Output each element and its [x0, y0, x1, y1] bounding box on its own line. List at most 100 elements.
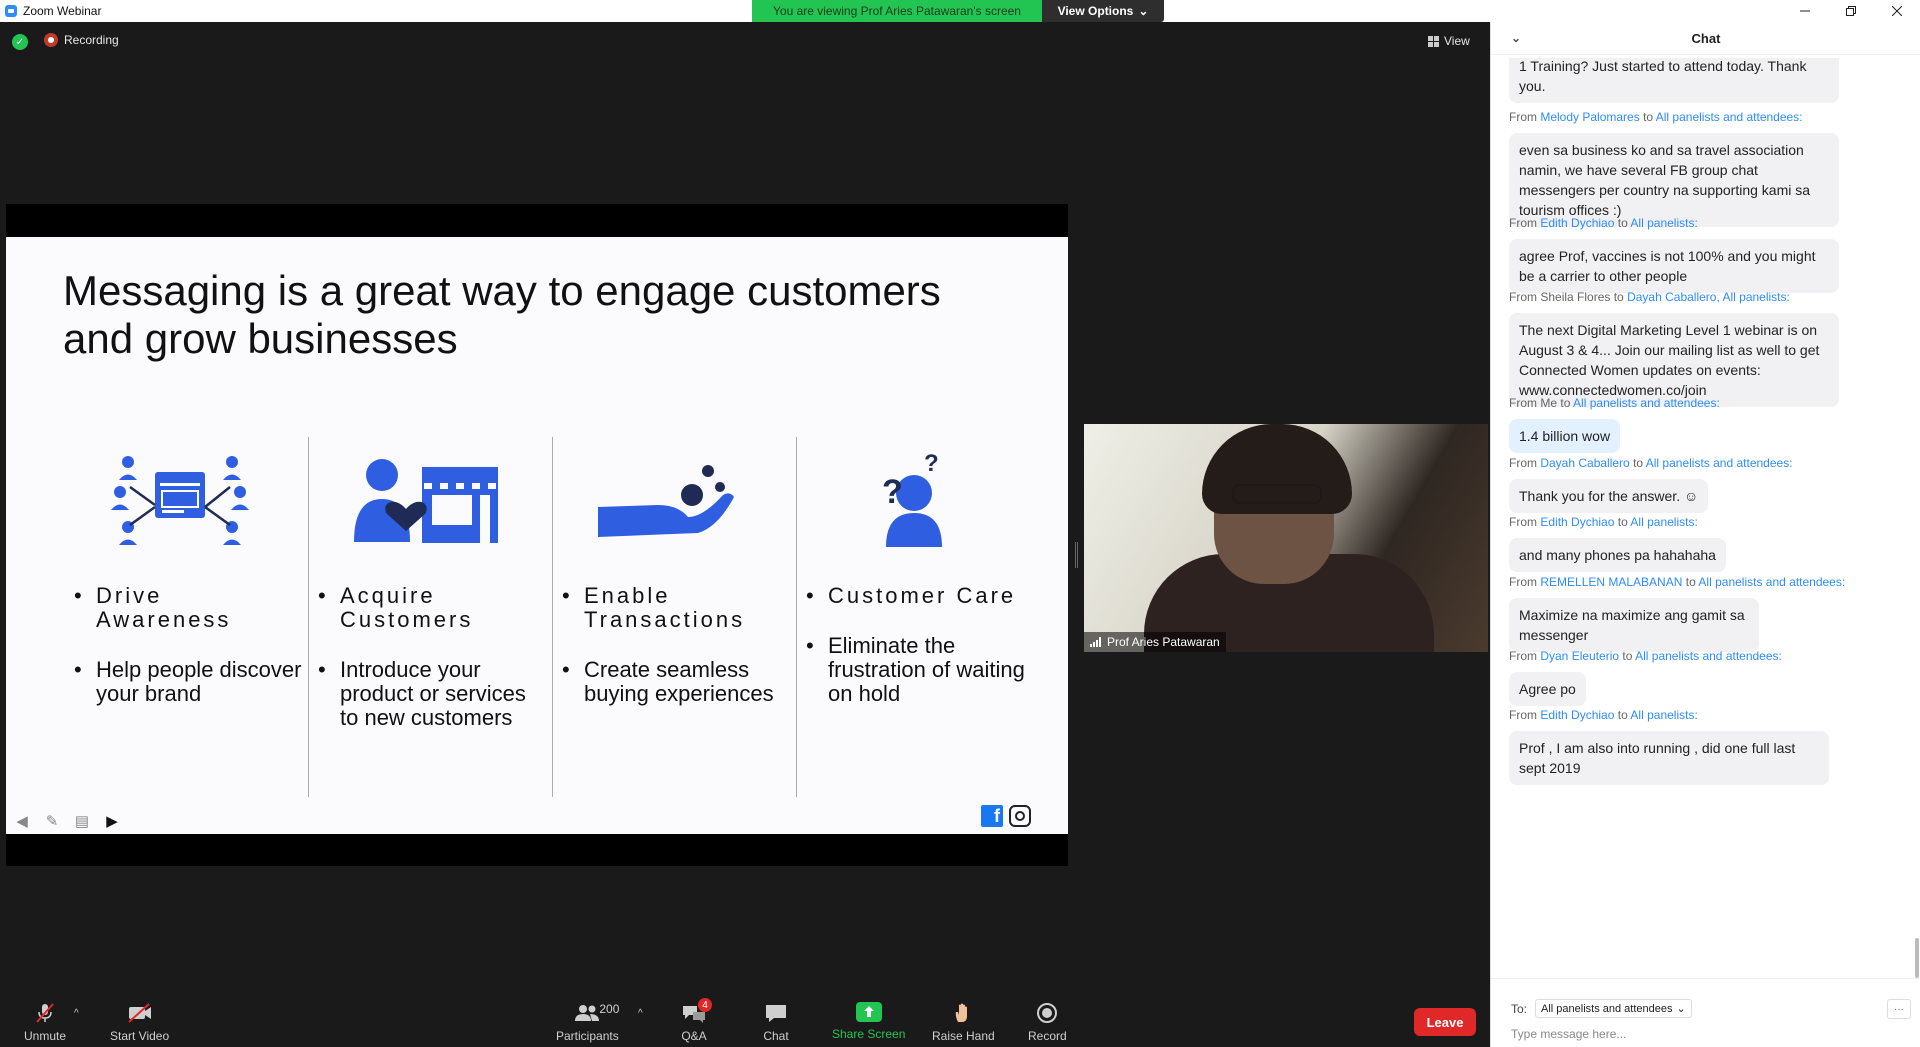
participants-caret-icon[interactable]: ^: [638, 1008, 643, 1019]
unmute-button[interactable]: Unmute: [24, 1002, 66, 1043]
previous-slide-arrow-icon[interactable]: ◀: [12, 813, 32, 830]
minimize-button[interactable]: [1782, 0, 1828, 22]
chat-message: From Sheila Flores to Dayah Caballero, A…: [1509, 290, 1839, 407]
participants-button[interactable]: 200 Participants: [556, 1002, 619, 1043]
qa-label: Q&A: [681, 1029, 707, 1043]
chat-message-list[interactable]: 1 Training? Just started to attend today…: [1491, 58, 1911, 978]
chat-button[interactable]: Chat: [762, 1002, 790, 1043]
message-header: From REMELLEN MALABANAN to All panelists…: [1509, 575, 1846, 589]
restore-button[interactable]: [1828, 0, 1874, 22]
chat-message: From Me to All panelists and attendees: …: [1509, 396, 1720, 453]
chat-message: 1 Training? Just started to attend today…: [1509, 58, 1839, 103]
slide-title-line-1: Messaging is a great way to engage custo…: [63, 267, 941, 314]
pillar-description: Eliminate the frustration of waiting on …: [802, 634, 1037, 706]
message-connector: to: [1560, 396, 1571, 410]
microphone-muted-icon: [31, 1002, 59, 1024]
message-connector: to: [1633, 456, 1644, 470]
message-bubble: The next Digital Marketing Level 1 webin…: [1509, 313, 1839, 407]
svg-text:?: ?: [882, 473, 903, 511]
record-icon: [1033, 1002, 1061, 1024]
participants-count: 200: [599, 1002, 620, 1016]
raise-hand-icon: [949, 1002, 977, 1024]
qa-button[interactable]: 4 Q&A: [680, 998, 712, 1043]
subtitles-icon[interactable]: ▤: [72, 813, 92, 830]
chevron-down-icon[interactable]: ⌄: [1511, 31, 1521, 45]
message-bubble: Maximize na maximize ang gamit sa messen…: [1509, 598, 1759, 652]
column-divider: [308, 437, 309, 797]
message-header: From Edith Dychiao to All panelists:: [1509, 515, 1698, 529]
pillar-description: Create seamless buying experiences: [558, 658, 793, 706]
message-sender[interactable]: REMELLEN MALABANAN: [1540, 575, 1682, 589]
speaker-name-tag: Prof Aries Patawaran: [1084, 632, 1226, 652]
chat-message: From Melody Palomares to All panelists a…: [1509, 110, 1839, 227]
window-title: Zoom Webinar: [23, 4, 102, 18]
message-sender[interactable]: Edith Dychiao: [1540, 216, 1614, 230]
next-slide-arrow-icon[interactable]: ▶: [102, 813, 122, 830]
chat-message: From Dyan Eleuterio to All panelists and…: [1509, 649, 1782, 706]
message-sender[interactable]: Dayah Caballero: [1540, 456, 1629, 470]
message-connector: to: [1617, 216, 1628, 230]
start-video-button[interactable]: Start Video: [110, 1002, 169, 1043]
pillar-customer-care: ? ? Customer Care Eliminate the frustrat…: [802, 447, 1037, 706]
panel-resize-handle[interactable]: [1075, 542, 1078, 568]
start-video-label: Start Video: [110, 1029, 170, 1043]
audio-options-caret-icon[interactable]: ^: [74, 1008, 79, 1019]
message-connector: to: [1622, 649, 1633, 663]
message-target: All panelists and attendees:: [1655, 110, 1803, 124]
recording-label: Recording: [64, 33, 119, 47]
message-header: From Edith Dychiao to All panelists:: [1509, 216, 1698, 230]
slide-annotation-tools: ◀ ✎ ▤ ▶: [12, 813, 122, 830]
view-layout-button[interactable]: View: [1428, 34, 1470, 48]
zoom-logo-icon: [5, 5, 17, 17]
presentation-slide: Messaging is a great way to engage custo…: [6, 237, 1068, 834]
message-target: All panelists and attendees:: [1645, 456, 1793, 470]
column-divider: [796, 437, 797, 797]
share-screen-button[interactable]: Share Screen: [832, 1002, 905, 1041]
chat-scrollbar-thumb[interactable]: [1915, 938, 1919, 978]
speaker-name: Prof Aries Patawaran: [1107, 635, 1220, 649]
chat-message: From Edith Dychiao to All panelists: and…: [1509, 515, 1726, 572]
message-target: All panelists and attendees:: [1635, 649, 1782, 663]
message-header: From Edith Dychiao to All panelists:: [1509, 708, 1698, 722]
pillar-heading: Drive Awareness: [70, 584, 305, 632]
chat-header: ⌄ Chat: [1491, 22, 1920, 55]
message-sender[interactable]: Dyan Eleuterio: [1540, 649, 1619, 663]
customer-storefront-icon: [354, 459, 498, 543]
security-shield-icon[interactable]: ✓: [12, 34, 28, 50]
raise-hand-button[interactable]: Raise Hand: [932, 1002, 995, 1043]
raise-hand-label: Raise Hand: [932, 1029, 995, 1043]
message-bubble: even sa business ko and sa travel associ…: [1509, 133, 1839, 227]
record-button[interactable]: Record: [1028, 1002, 1067, 1043]
message-target: All panelists and attendees:: [1698, 575, 1846, 589]
message-sender[interactable]: Melody Palomares: [1540, 110, 1639, 124]
message-sender: Me: [1540, 396, 1558, 410]
message-sender[interactable]: Edith Dychiao: [1540, 515, 1614, 529]
minimize-icon: [1800, 10, 1810, 12]
pillar-description: Help people discover your brand: [70, 658, 305, 706]
message-bubble: agree Prof, vaccines is not 100% and you…: [1509, 239, 1839, 293]
recipient-select[interactable]: All panelists and attendees ⌄: [1535, 999, 1692, 1018]
view-options-button[interactable]: View Options ⌄: [1042, 0, 1164, 22]
unmute-label: Unmute: [24, 1029, 67, 1043]
chat-message-input[interactable]: [1511, 1025, 1901, 1043]
recording-indicator[interactable]: Recording: [44, 33, 119, 47]
message-bubble: Prof , I am also into running , did one …: [1509, 731, 1829, 785]
pillar-drive-awareness: Drive Awareness Help people discover you…: [70, 447, 305, 706]
leave-button[interactable]: Leave: [1414, 1008, 1476, 1036]
close-button[interactable]: [1874, 0, 1920, 22]
share-screen-arrow-icon: [855, 1002, 882, 1022]
to-label: To:: [1511, 1001, 1528, 1016]
record-label: Record: [1028, 1029, 1067, 1043]
meeting-toolbar: Unmute ^ Start Video 200 Participants ^ …: [0, 990, 1490, 1047]
message-connector: to: [1613, 290, 1624, 304]
pen-icon[interactable]: ✎: [42, 813, 62, 830]
message-bubble: Agree po: [1509, 672, 1586, 706]
speaker-video-tile[interactable]: Prof Aries Patawaran: [1084, 424, 1488, 652]
message-connector: to: [1643, 110, 1654, 124]
message-sender[interactable]: Edith Dychiao: [1540, 708, 1614, 722]
more-options-button[interactable]: ···: [1887, 999, 1911, 1019]
chevron-down-icon: ⌄: [1138, 4, 1149, 18]
slide-title-line-2: and grow businesses: [63, 315, 458, 362]
qa-bubbles-icon: 4: [680, 998, 712, 1024]
chat-scrollbar[interactable]: [1913, 58, 1919, 978]
